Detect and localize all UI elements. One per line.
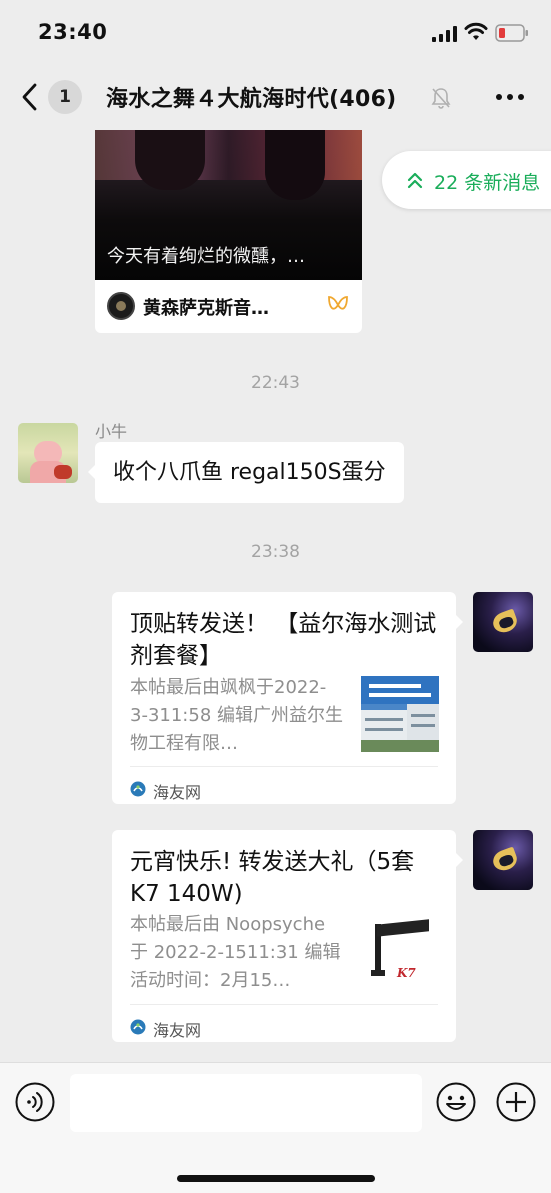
avatar-figure (490, 608, 520, 636)
thumb-sky (361, 676, 439, 704)
signal-icon (432, 26, 457, 42)
plus-icon[interactable] (496, 1082, 536, 1122)
chat-title[interactable]: 海水之舞４大航海时代(406) (106, 81, 397, 113)
new-messages-button[interactable]: 22 条新消息 (382, 151, 551, 209)
video-thumbnail[interactable]: 今天有着绚烂的微醺，… (95, 130, 362, 280)
channel-name: 黄森萨克斯音… (143, 298, 269, 319)
input-bar (0, 1062, 551, 1193)
message-timestamp: 22:43 (251, 373, 300, 393)
link-card-thumbnail: K7 (361, 914, 439, 990)
avatar-figure (490, 846, 520, 874)
divider (130, 766, 438, 767)
link-card-source: 海友网 (153, 1021, 202, 1040)
video-silhouette (265, 130, 325, 200)
emoji-icon[interactable] (436, 1082, 476, 1122)
wifi-icon (464, 22, 488, 40)
link-card-description: 本帖最后由飒枫于2022-3-311:58 编辑广州益尔生物工程有限… (130, 677, 343, 754)
link-card-thumbnail (361, 676, 439, 752)
building-image (361, 676, 439, 752)
aquarium-lamp-image: K7 (361, 914, 439, 990)
thumb-window (365, 728, 403, 731)
thumb-ground (361, 740, 439, 752)
avatar-figure (54, 465, 72, 479)
channel-row[interactable]: 黄森萨克斯音… (95, 280, 362, 333)
video-caption: 今天有着绚烂的微醺，… (107, 246, 305, 267)
video-silhouette (135, 130, 205, 190)
brand-logo-mark: K7 (397, 966, 416, 980)
double-chevron-up-icon (407, 172, 423, 189)
link-card-title: 顶贴转发送！ 【益尔海水测试剂套餐】 (130, 611, 437, 669)
ellipsis-icon[interactable] (494, 84, 526, 110)
thumb-building (407, 704, 439, 740)
channels-logo-icon (328, 296, 348, 310)
thumb-window (365, 718, 403, 721)
link-card[interactable]: 顶贴转发送！ 【益尔海水测试剂套餐】 本帖最后由飒枫于2022-3-311:58… (112, 592, 463, 804)
battery-icon (495, 24, 528, 42)
bell-slash-icon (431, 88, 451, 109)
new-messages-label: 22 条新消息 (434, 172, 541, 194)
chevron-left-icon[interactable] (18, 82, 42, 112)
avatar[interactable] (473, 830, 533, 890)
channel-avatar (107, 292, 135, 320)
nav-bar: 1 海水之舞４大航海时代(406) (0, 64, 551, 130)
channel-video-card[interactable]: 今天有着绚烂的微醺，… 黄森萨克斯音… (95, 130, 362, 333)
lamp-base (371, 970, 385, 976)
thumb-banner-line (369, 693, 431, 697)
voice-icon[interactable] (15, 1082, 55, 1122)
link-card-source: 海友网 (153, 783, 202, 802)
lamp-head (377, 919, 429, 937)
message-bubble[interactable]: 收个八爪鱼 regal150S蛋分 (88, 442, 404, 503)
link-card-title: 元宵快乐! 转发送大礼（5套 K7 140W) (130, 849, 415, 907)
avatar[interactable] (473, 592, 533, 652)
status-time: 23:40 (38, 20, 108, 44)
site-logo-icon (130, 1019, 146, 1035)
sender-name: 小牛 (95, 422, 128, 441)
avatar[interactable] (18, 423, 78, 483)
site-logo-icon (130, 781, 146, 797)
divider (130, 1004, 438, 1005)
home-indicator (177, 1175, 375, 1182)
message-timestamp: 23:38 (251, 542, 300, 562)
status-bar: 23:40 (0, 0, 551, 64)
thumb-window (411, 714, 435, 717)
thumb-window (411, 724, 435, 727)
unread-count-badge[interactable]: 1 (48, 80, 82, 114)
message-input[interactable] (70, 1074, 422, 1132)
link-card[interactable]: 元宵快乐! 转发送大礼（5套 K7 140W) 本帖最后由 Noopsyche … (112, 830, 463, 1042)
thumb-banner-line (369, 684, 421, 688)
link-card-description: 本帖最后由 Noopsyche 于 2022-2-1511:31 编辑活动时间：… (130, 914, 341, 991)
